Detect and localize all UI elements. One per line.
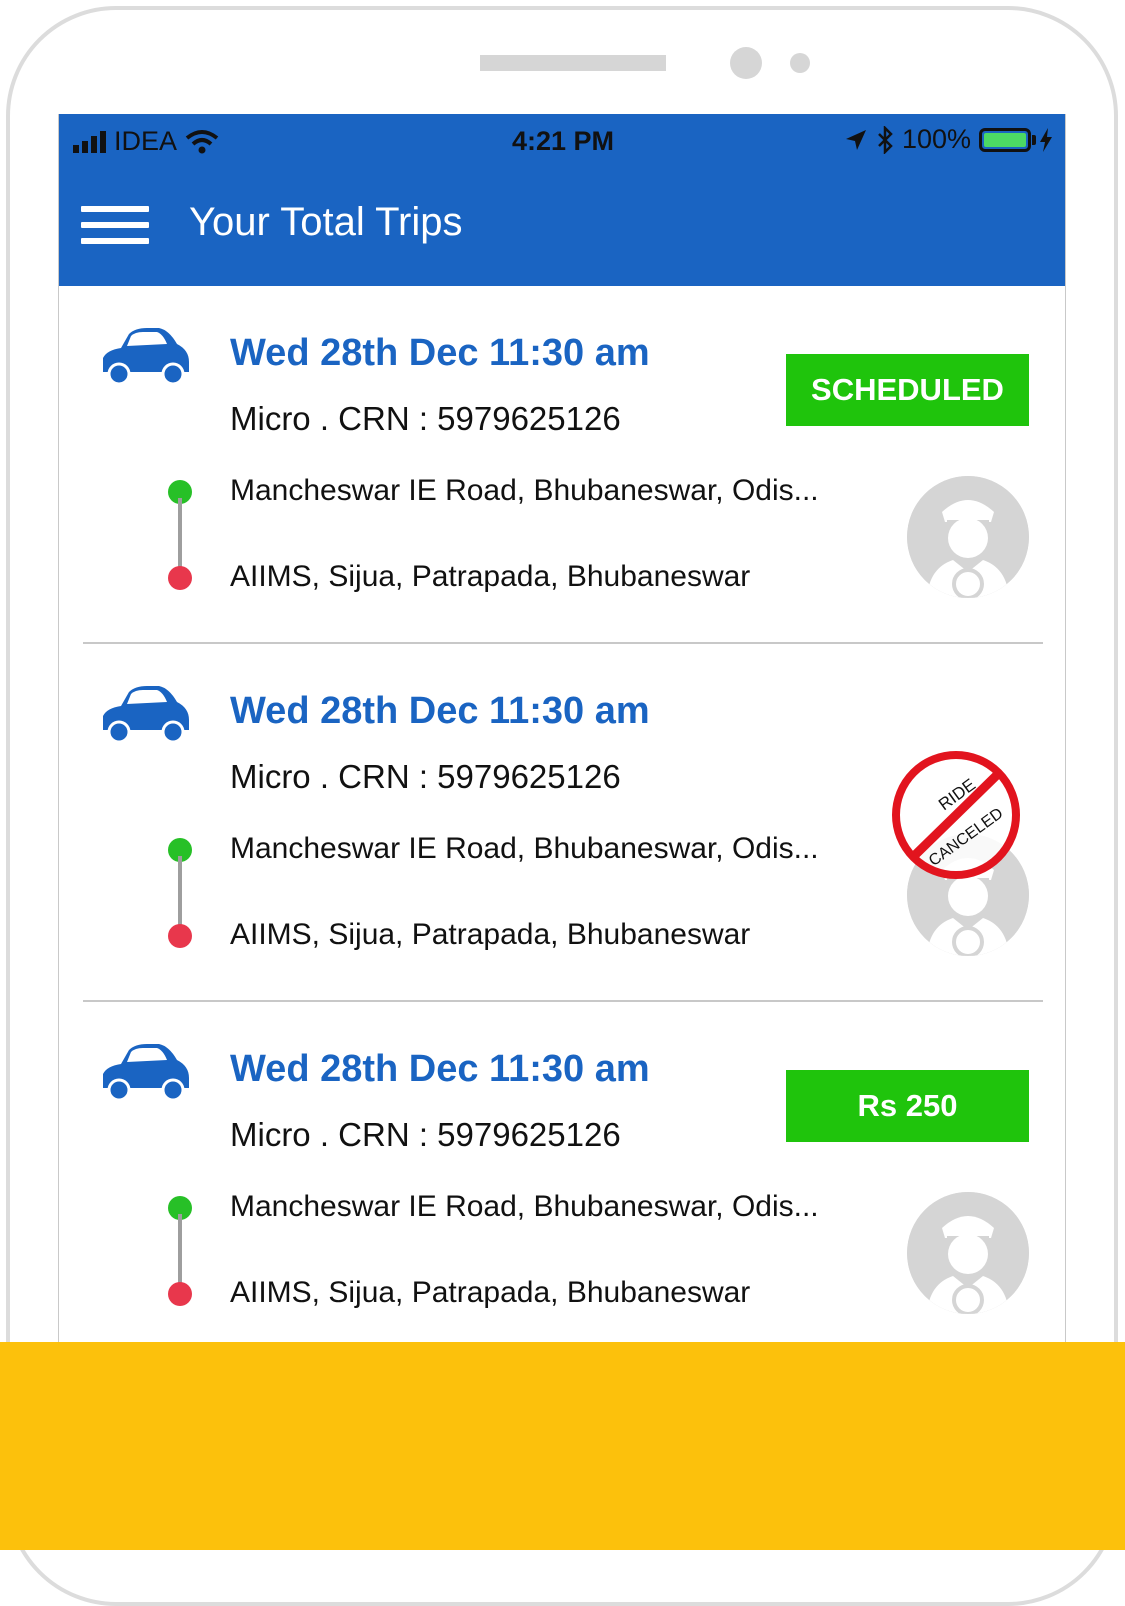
car-icon <box>103 328 189 386</box>
charging-bolt-icon <box>1040 127 1052 152</box>
trip-crn: Micro . CRN : 5979625126 <box>230 1116 621 1153</box>
drop-address: AIIMS, Sijua, Patrapada, Bhubaneswar <box>230 560 751 593</box>
battery-icon <box>979 127 1036 152</box>
drop-dot-icon <box>168 1282 192 1306</box>
location-arrow-icon <box>845 129 866 150</box>
menu-button[interactable] <box>81 206 149 246</box>
trip-card[interactable]: Wed 28th Dec 11:30 am Micro . CRN : 5979… <box>59 644 1065 1002</box>
trip-date: Wed 28th Dec 11:30 am <box>230 690 650 732</box>
driver-avatar <box>907 1192 1029 1314</box>
page-title: Your Total Trips <box>189 200 463 244</box>
trip-crn: Micro . CRN : 5979625126 <box>230 758 621 795</box>
driver-avatar <box>907 476 1029 598</box>
pickup-address: Mancheswar IE Road, Bhubaneswar, Odis... <box>230 832 819 865</box>
drop-address: AIIMS, Sijua, Patrapada, Bhubaneswar <box>230 918 751 951</box>
app-screen: IDEA 4:21 PM 100% Your Total Trips Wed 2… <box>58 114 1066 1344</box>
phone-speaker <box>480 55 666 71</box>
phone-camera <box>730 47 762 79</box>
trip-date: Wed 28th Dec 11:30 am <box>230 1048 650 1090</box>
trip-crn: Micro . CRN : 5979625126 <box>230 400 621 437</box>
phone-sensor <box>790 53 810 73</box>
battery-percent: 100% <box>901 124 971 154</box>
car-icon <box>103 1044 189 1102</box>
bottom-accent-band <box>0 1342 1125 1550</box>
drop-dot-icon <box>168 924 192 948</box>
driver-icon <box>907 476 1029 598</box>
status-badge-scheduled[interactable]: SCHEDULED <box>786 354 1029 426</box>
trip-card[interactable]: Wed 28th Dec 11:30 am Micro . CRN : 5979… <box>59 286 1065 644</box>
bluetooth-icon <box>878 125 893 154</box>
drop-address: AIIMS, Sijua, Patrapada, Bhubaneswar <box>230 1276 751 1309</box>
car-icon <box>103 686 189 744</box>
trip-list: Wed 28th Dec 11:30 am Micro . CRN : 5979… <box>59 286 1065 1343</box>
drop-dot-icon <box>168 566 192 590</box>
ride-canceled-stamp: RIDE CANCELED <box>892 751 1020 879</box>
pickup-address: Mancheswar IE Road, Bhubaneswar, Odis... <box>230 1190 819 1223</box>
app-bar: IDEA 4:21 PM 100% Your Total Trips <box>59 114 1065 286</box>
trip-date: Wed 28th Dec 11:30 am <box>230 332 650 374</box>
pickup-address: Mancheswar IE Road, Bhubaneswar, Odis... <box>230 474 819 507</box>
trip-card[interactable]: Wed 28th Dec 11:30 am Micro . CRN : 5979… <box>59 1002 1065 1343</box>
fare-badge[interactable]: Rs 250 <box>786 1070 1029 1142</box>
driver-icon <box>907 1192 1029 1314</box>
status-bar: IDEA 4:21 PM 100% <box>59 114 1065 168</box>
